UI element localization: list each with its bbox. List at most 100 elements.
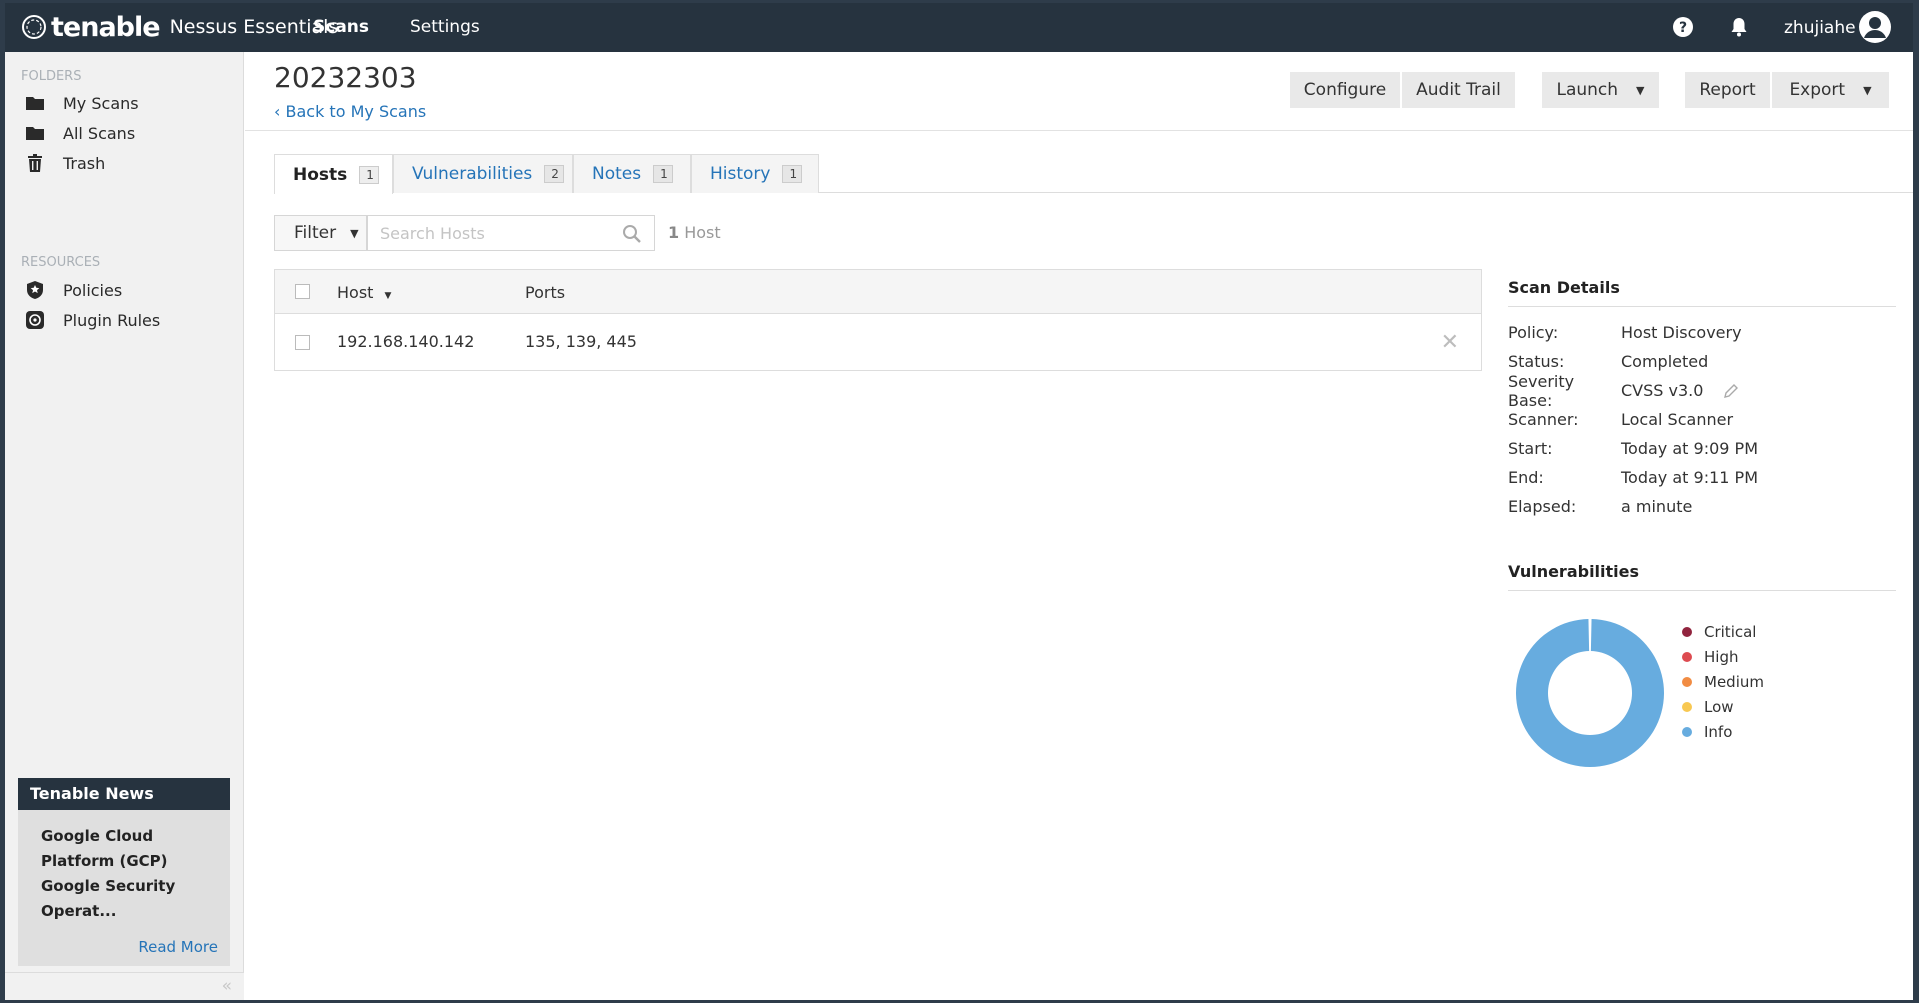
button-label: Configure <box>1303 80 1387 100</box>
filter-dropdown-button[interactable]: Filter ▼ <box>274 215 367 251</box>
tab-label: History <box>710 164 771 184</box>
tenable-ring-icon <box>22 15 46 39</box>
tab-count-badge: 1 <box>653 165 674 183</box>
tenable-logo[interactable]: tenable Nessus Essentials <box>21 11 338 43</box>
legend-dot <box>1682 651 1692 662</box>
donut-slice-info[interactable] <box>1516 619 1664 767</box>
legend-item-medium[interactable]: Medium <box>1682 669 1764 694</box>
top-navigation-bar: tenable Nessus Essentials Scans Settings… <box>5 3 1913 52</box>
button-label: Launch <box>1556 80 1619 100</box>
page-title: 20232303 <box>274 61 417 94</box>
collapse-sidebar-icon[interactable]: « <box>222 976 232 996</box>
detail-scanner: Scanner: Local Scanner <box>1508 405 1896 434</box>
nav-scans[interactable]: Scans <box>313 17 369 37</box>
tab-bar: Hosts 1 Vulnerabilities 2 Notes 1 Histor… <box>274 154 1913 194</box>
nav-settings[interactable]: Settings <box>410 17 480 37</box>
folders-heading: FOLDERS <box>21 69 82 84</box>
sidebar: FOLDERS My Scans All Scans Trash RESOURC… <box>5 52 244 1000</box>
legend-label: High <box>1704 647 1739 666</box>
folder-icon <box>26 97 44 110</box>
folder-icon <box>26 127 44 140</box>
legend-item-info[interactable]: Info <box>1682 719 1764 744</box>
legend-label: Critical <box>1704 622 1757 641</box>
news-title: Tenable News <box>18 778 230 810</box>
detail-value: Local Scanner <box>1621 410 1734 429</box>
plugin-rules-icon <box>26 311 44 329</box>
configure-button[interactable]: Configure <box>1290 72 1401 108</box>
detail-key: Severity Base: <box>1508 371 1575 410</box>
table-row[interactable]: 192.168.140.142 135, 139, 445 ✕ <box>275 314 1481 370</box>
legend-dot <box>1682 626 1692 637</box>
sidebar-item-trash[interactable]: Trash <box>25 149 105 177</box>
user-avatar-icon[interactable] <box>1858 10 1892 44</box>
edit-pencil-icon[interactable] <box>1723 383 1739 399</box>
host-cell: 192.168.140.142 <box>337 332 475 351</box>
row-checkbox[interactable] <box>295 335 310 350</box>
host-count: 1 Host <box>668 223 721 242</box>
hosts-table: Host ▼ Ports 192.168.140.142 135, 139, 4… <box>274 269 1482 371</box>
search-hosts-input[interactable] <box>368 216 608 250</box>
sidebar-collapse-bar: « <box>5 972 244 1000</box>
caret-down-icon: ▼ <box>1863 83 1872 97</box>
audit-trail-button[interactable]: Audit Trail <box>1402 72 1516 108</box>
launch-button[interactable]: Launch ▼ <box>1542 72 1660 108</box>
resources-heading: RESOURCES <box>21 255 101 270</box>
search-icon[interactable] <box>622 224 642 244</box>
tenable-news-panel: Tenable News Google Cloud Platform (GCP)… <box>18 778 230 966</box>
tab-count-badge: 1 <box>359 165 380 184</box>
tab-vulnerabilities[interactable]: Vulnerabilities 2 <box>393 154 573 193</box>
username[interactable]: zhujiahe <box>1784 18 1856 38</box>
caret-down-icon: ▼ <box>1636 83 1645 97</box>
detail-key: Policy: <box>1508 323 1559 342</box>
news-line: Google Cloud <box>41 827 154 845</box>
brand-name: tenable <box>51 11 161 43</box>
sidebar-item-all-scans[interactable]: All Scans <box>25 119 135 147</box>
news-headline[interactable]: Google Cloud Platform (GCP) Google Secur… <box>18 810 230 924</box>
column-header-host[interactable]: Host ▼ <box>337 283 391 302</box>
tab-label: Notes <box>592 164 642 184</box>
detail-value: Today at 9:09 PM <box>1621 439 1758 458</box>
tab-count-badge: 2 <box>544 165 565 183</box>
news-line: Platform (GCP) <box>41 852 168 870</box>
legend-label: Info <box>1704 722 1733 741</box>
header-divider <box>245 130 1913 131</box>
detail-key: Status: <box>1508 352 1565 371</box>
remove-host-icon[interactable]: ✕ <box>1441 330 1459 355</box>
detail-severity-base: Severity Base: CVSS v3.0 <box>1508 372 1896 410</box>
detail-key: Start: <box>1508 439 1553 458</box>
trash-icon <box>28 154 42 172</box>
select-all-checkbox[interactable] <box>295 284 310 299</box>
bell-icon[interactable] <box>1728 16 1750 38</box>
help-icon[interactable]: ? <box>1672 16 1694 38</box>
tab-history[interactable]: History 1 <box>691 154 819 193</box>
sidebar-item-policies[interactable]: Policies <box>25 276 122 304</box>
host-count-number: 1 <box>668 223 680 242</box>
legend-item-high[interactable]: High <box>1682 644 1764 669</box>
tab-notes[interactable]: Notes 1 <box>573 154 691 193</box>
column-header-ports: Ports <box>525 283 566 302</box>
back-link-label: Back to My Scans <box>285 102 427 121</box>
sidebar-item-label: Trash <box>63 153 106 173</box>
button-label: Audit Trail <box>1416 80 1501 100</box>
back-to-my-scans-link[interactable]: ‹ Back to My Scans <box>274 102 426 121</box>
detail-elapsed: Elapsed: a minute <box>1508 492 1896 521</box>
button-label: Report <box>1699 80 1756 100</box>
vulnerability-donut-chart[interactable] <box>1515 618 1665 768</box>
ports-cell: 135, 139, 445 <box>525 332 637 351</box>
legend-item-low[interactable]: Low <box>1682 694 1764 719</box>
report-button[interactable]: Report <box>1685 72 1771 108</box>
detail-key: Scanner: <box>1508 410 1579 429</box>
sidebar-item-plugin-rules[interactable]: Plugin Rules <box>25 306 160 334</box>
export-button[interactable]: Export ▼ <box>1772 72 1890 108</box>
sort-desc-icon: ▼ <box>384 291 392 301</box>
tab-hosts[interactable]: Hosts 1 <box>274 154 393 194</box>
news-line: Operat... <box>41 902 117 920</box>
read-more-link[interactable]: Read More <box>138 938 218 956</box>
detail-key: Elapsed: <box>1508 497 1577 516</box>
svg-text:?: ? <box>1679 20 1687 36</box>
sidebar-item-my-scans[interactable]: My Scans <box>25 89 139 117</box>
main-content: 20232303 ‹ Back to My Scans Configure Au… <box>245 52 1913 1000</box>
tab-label: Hosts <box>293 164 348 185</box>
detail-policy: Policy: Host Discovery <box>1508 318 1896 347</box>
legend-item-critical[interactable]: Critical <box>1682 619 1764 644</box>
